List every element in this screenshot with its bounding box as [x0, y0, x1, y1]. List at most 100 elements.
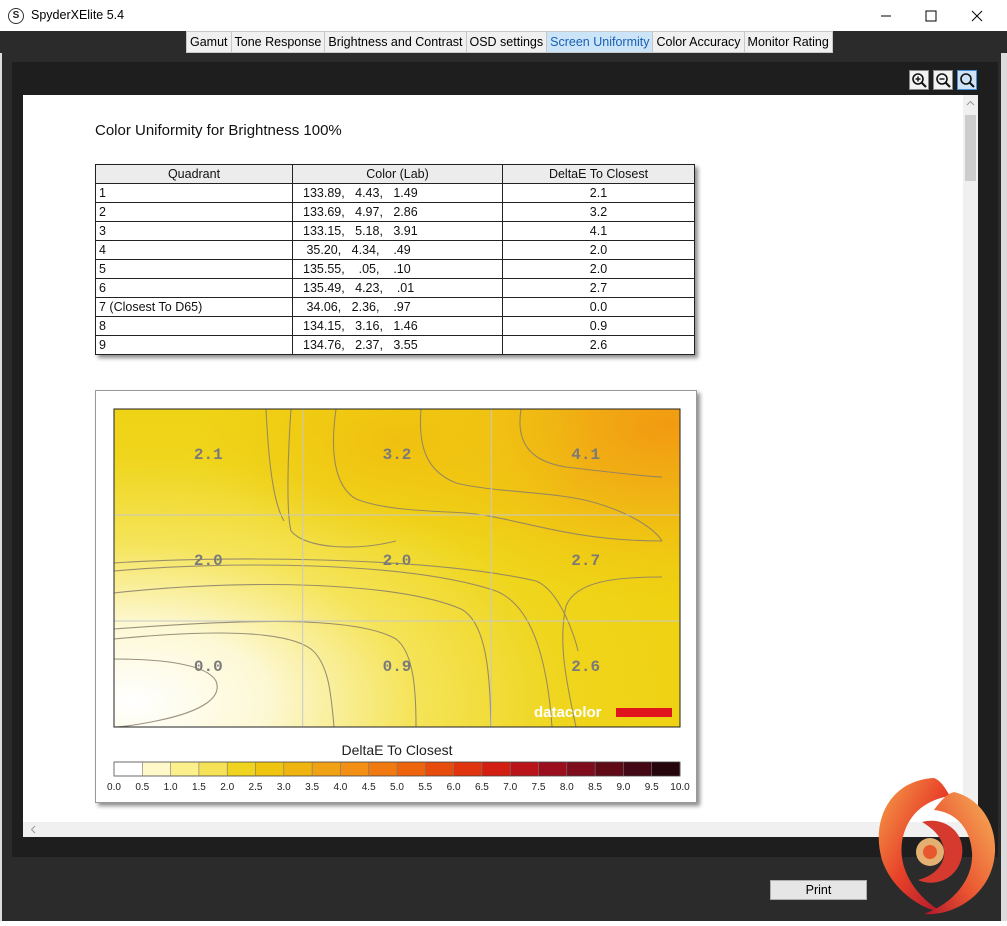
color-lab-cell: 134.76, 2.37, 3.55 [292, 335, 503, 355]
colorbar-tick-label: 3.5 [305, 782, 319, 793]
zoom-fit-button[interactable] [957, 70, 977, 90]
close-button[interactable] [954, 0, 1000, 31]
tab-color-accuracy[interactable]: Color Accuracy [653, 32, 745, 52]
colorbar-tick-label: 7.0 [503, 782, 517, 793]
vertical-scroll-thumb[interactable] [965, 115, 976, 181]
colorbar-tick-label: 2.0 [220, 782, 234, 793]
color-lab-cell: 133.15, 5.18, 3.91 [292, 221, 503, 241]
colorbar-title: DeltaE To Closest [341, 742, 452, 758]
uniformity-chart: 2.1 3.2 4.1 2.0 2.0 2.7 0.0 0.9 2.6 datacolor De… [95, 390, 697, 803]
colorbar-tick-label: 0.5 [135, 782, 149, 793]
colorbar-segment [198, 762, 228, 776]
colorbar-segment [340, 762, 370, 776]
print-button[interactable]: Print [770, 880, 867, 900]
title-bar: S SpyderXElite 5.4 [0, 0, 1007, 31]
colorbar-tick-label: 9.0 [616, 782, 630, 793]
cell-value-label: 4.1 [571, 446, 600, 464]
report-title: Color Uniformity for Brightness 100% [95, 122, 342, 139]
minimize-button[interactable] [863, 0, 909, 31]
color-lab-cell: 135.49, 4.23, .01 [292, 278, 503, 298]
color-lab-cell: 134.15, 3.16, 1.46 [292, 316, 503, 336]
colorbar-segment [142, 762, 172, 776]
colorbar-segment [368, 762, 398, 776]
colorbar-segment [227, 762, 256, 776]
colorbar-tick-label: 5.5 [418, 782, 432, 793]
quadrant-cell: 4 [95, 240, 293, 260]
window-title: SpyderXElite 5.4 [31, 8, 125, 22]
cell-value-label: 2.0 [383, 552, 412, 570]
app-logo-icon: S [8, 8, 24, 24]
colorbar-tick-label: 0.0 [107, 782, 121, 793]
datacolor-watermark-text: datacolor [534, 704, 602, 721]
scroll-left-icon[interactable] [29, 825, 38, 834]
colorbar-tick-label: 6.0 [447, 782, 461, 793]
tab-osd-settings[interactable]: OSD settings [467, 32, 548, 52]
colorbar-tick-label: 5.0 [390, 782, 404, 793]
tab-gamut[interactable]: Gamut [187, 32, 232, 52]
colorbar-segment [595, 762, 624, 776]
colorbar-tick-label: 6.5 [475, 782, 489, 793]
colorbar-segment [538, 762, 568, 776]
tab-brightness-contrast[interactable]: Brightness and Contrast [325, 32, 467, 52]
minimize-icon [881, 15, 891, 16]
color-lab-cell: 133.69, 4.97, 2.86 [292, 202, 503, 222]
zoom-in-button[interactable] [909, 70, 929, 90]
vertical-scrollbar[interactable] [963, 95, 978, 823]
colorbar-segment [283, 762, 313, 776]
close-icon [971, 10, 983, 21]
tab-screen-uniformity[interactable]: Screen Uniformity [547, 32, 654, 52]
color-lab-cell: 135.55, .05, .10 [292, 259, 503, 279]
colorbar-segment [623, 762, 653, 776]
table-row: 6 135.49, 4.23, .01 2.7 [95, 278, 695, 298]
tab-monitor-rating[interactable]: Monitor Rating [745, 32, 832, 52]
maximize-icon [925, 10, 937, 21]
tab-tone-response[interactable]: Tone Response [232, 32, 326, 52]
table-row: 1 133.89, 4.43, 1.49 2.1 [95, 183, 695, 203]
table-row: 2 133.69, 4.97, 2.86 3.2 [95, 202, 695, 222]
deltae-cell: 2.7 [502, 278, 695, 298]
deltae-cell: 0.0 [502, 297, 695, 317]
color-lab-cell: 35.20, 4.34, .49 [292, 240, 503, 260]
quadrant-cell: 8 [95, 316, 293, 336]
cell-value-label: 3.2 [383, 446, 412, 464]
colorbar-tick-label: 8.0 [560, 782, 574, 793]
quadrant-cell: 6 [95, 278, 293, 298]
colorbar-segment [481, 762, 511, 776]
scroll-up-icon[interactable] [966, 99, 975, 108]
colorbar-segment [170, 762, 200, 776]
colorbar-tick-label: 7.5 [532, 782, 546, 793]
color-lab-cell: 34.06, 2.36, .97 [292, 297, 503, 317]
deltae-cell: 2.0 [502, 240, 695, 260]
cell-value-label: 2.1 [194, 446, 223, 464]
zoom-out-icon [936, 73, 951, 88]
deltae-cell: 2.1 [502, 183, 695, 203]
table-row: 4 35.20, 4.34, .49 2.0 [95, 240, 695, 260]
table-row: 7 (Closest To D65) 34.06, 2.36, .97 0.0 [95, 297, 695, 317]
cell-value-label: 0.0 [194, 658, 223, 676]
table-body: 1 133.89, 4.43, 1.49 2.1 2 133.69, 4.97, 2.8… [95, 183, 695, 355]
quadrant-cell: 9 [95, 335, 293, 355]
zoom-out-button[interactable] [933, 70, 953, 90]
colorbar-segment [651, 762, 681, 776]
cell-value-label: 2.6 [571, 658, 600, 676]
colorbar-tick-label: 4.5 [362, 782, 376, 793]
table-row: 5 135.55, .05, .10 2.0 [95, 259, 695, 279]
deltae-cell: 3.2 [502, 202, 695, 222]
deltae-cell: 4.1 [502, 221, 695, 241]
colorbar-tick-label: 9.5 [645, 782, 659, 793]
column-header-deltae: DeltaE To Closest [502, 164, 695, 184]
deltae-cell: 2.6 [502, 335, 695, 355]
colorbar-segment [453, 762, 483, 776]
colorbar-tick-label: 8.5 [588, 782, 602, 793]
horizontal-scrollbar[interactable] [23, 822, 963, 837]
colorbar-tick-label: 4.0 [333, 782, 347, 793]
quadrant-cell: 1 [95, 183, 293, 203]
column-header-color: Color (Lab) [292, 164, 503, 184]
cell-value-label: 0.9 [383, 658, 412, 676]
maximize-button[interactable] [908, 0, 954, 31]
chart-canvas: 2.1 3.2 4.1 2.0 2.0 2.7 0.0 0.9 2.6 datacolor De… [107, 408, 690, 793]
left-edge [0, 53, 2, 926]
colorbar-segment [312, 762, 341, 776]
cell-value-label: 2.7 [571, 552, 600, 570]
table-row: 8 134.15, 3.16, 1.46 0.9 [95, 316, 695, 336]
